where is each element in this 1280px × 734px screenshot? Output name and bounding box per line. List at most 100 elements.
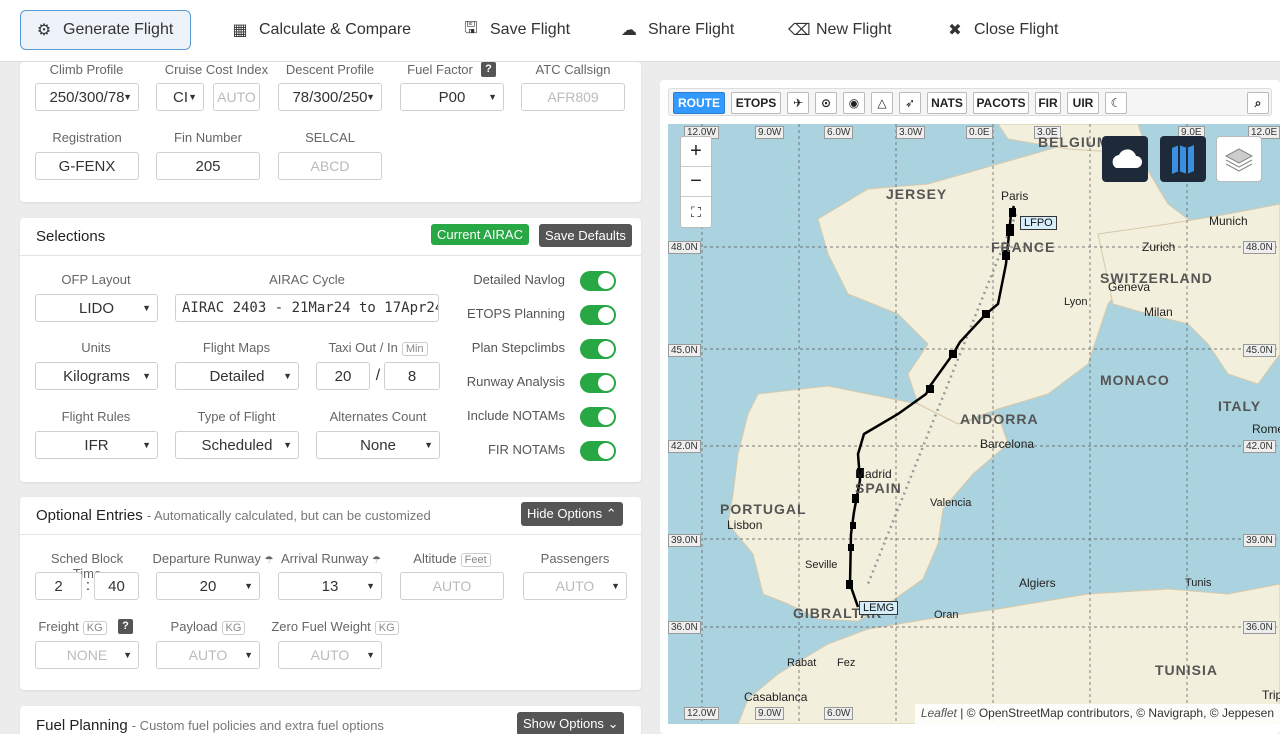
etops-tool-button[interactable]: ETOPS <box>731 92 781 114</box>
toggle-plan-stepclimbs[interactable] <box>580 339 616 359</box>
units-select[interactable]: Kilograms ▼ <box>35 362 158 390</box>
payload-select[interactable]: AUTO ▼ <box>156 641 260 669</box>
toggle-etops-planning[interactable] <box>580 305 616 325</box>
radar-tool-icon[interactable]: ◉ <box>843 92 865 114</box>
optional-entries-panel: Optional Entries - Automatically calculat… <box>20 497 641 690</box>
pacots-tool-button[interactable]: PACOTS <box>973 92 1029 114</box>
block-minutes-input[interactable]: 40 <box>94 572 139 600</box>
lon-label: 3.0W <box>896 126 926 139</box>
toggle-runway-analysis[interactable] <box>580 373 616 393</box>
save-defaults-button[interactable]: Save Defaults <box>539 224 632 247</box>
city-label: Tunis <box>1185 577 1212 589</box>
generate-flight-button[interactable]: ⚙ Generate Flight <box>20 10 191 50</box>
fullscreen-icon[interactable]: ⛶ <box>681 197 711 227</box>
registration-input[interactable]: G-FENX <box>35 152 139 180</box>
selcal-input[interactable]: ABCD <box>278 152 382 180</box>
fir-tool-button[interactable]: FIR <box>1035 92 1061 114</box>
cost-index-input[interactable]: AUTO <box>213 83 260 111</box>
fuel-planning-panel: Fuel Planning - Custom fuel policies and … <box>20 706 641 734</box>
fuel-factor-label: Fuel Factor <box>407 62 473 77</box>
close-flight-button[interactable]: ✖ Close Flight <box>932 10 1072 50</box>
country-label: BELGIUM <box>1038 134 1110 150</box>
flight-maps-select[interactable]: Detailed ▼ <box>175 362 299 390</box>
unit-badge: KG <box>221 621 246 635</box>
city-label: Madrid <box>855 467 892 481</box>
selections-panel: Selections Current AIRAC Save Defaults O… <box>20 218 641 482</box>
arrival-runway-select[interactable]: 13 ▼ <box>278 572 382 600</box>
nats-tool-button[interactable]: NATS <box>927 92 967 114</box>
leaflet-logo[interactable]: Leaflet <box>921 706 957 720</box>
save-flight-button[interactable]: 🖫 Save Flight <box>448 10 584 50</box>
country-label: MONACO <box>1100 372 1170 388</box>
block-hours-input[interactable]: 2 <box>35 572 82 600</box>
block-separator: : <box>85 577 91 594</box>
hide-options-button[interactable]: Hide Options ⌃ <box>521 502 623 526</box>
destination-airport-label[interactable]: LFPO <box>1020 216 1057 230</box>
country-label: PORTUGAL <box>720 501 807 517</box>
fuel-factor-select[interactable]: P00 ▼ <box>400 83 504 111</box>
zoom-out-button[interactable]: − <box>681 167 711 197</box>
map-canvas[interactable]: 48.0N 45.0N 42.0N 39.0N 36.0N 48.0N 45.0… <box>668 124 1280 724</box>
city-label: Barcelona <box>980 437 1035 451</box>
freight-select[interactable]: NONE ▼ <box>35 641 139 669</box>
toggle-label-runway-analysis: Runway Analysis <box>466 374 565 389</box>
navaid-tool-icon[interactable]: ⊙ <box>815 92 837 114</box>
share-flight-button[interactable]: ☁ Share Flight <box>606 10 748 50</box>
city-label: Trip <box>1262 688 1280 702</box>
show-options-button[interactable]: Show Options ⌄ <box>517 712 625 734</box>
cruise-select[interactable]: CI ▼ <box>156 83 204 111</box>
city-label: Rome <box>1252 422 1280 436</box>
ofp-layout-select[interactable]: LIDO ▼ <box>35 294 158 322</box>
map-icon <box>1172 145 1194 174</box>
climb-profile-select[interactable]: 250/300/78 ▼ <box>35 83 139 111</box>
selections-title: Selections <box>36 228 106 245</box>
route-tool-button[interactable]: ROUTE <box>673 92 725 114</box>
airac-cycle-select[interactable]: AIRAC 2403 - 21Mar24 to 17Apr24 <box>175 294 439 322</box>
caret-down-icon: ▼ <box>142 371 151 381</box>
uir-tool-button[interactable]: UIR <box>1067 92 1099 114</box>
lat-label: 36.0N <box>1243 621 1276 634</box>
zfw-select[interactable]: AUTO ▼ <box>278 641 382 669</box>
help-icon[interactable]: ? <box>481 62 496 77</box>
help-icon[interactable]: ? <box>118 619 133 634</box>
current-airac-button[interactable]: Current AIRAC <box>431 224 529 245</box>
night-mode-icon[interactable]: ☾ <box>1105 92 1127 114</box>
atc-callsign-input[interactable]: AFR809 <box>521 83 625 111</box>
calculate-compare-button[interactable]: ▦ Calculate & Compare <box>217 10 425 50</box>
city-label: Zurich <box>1142 240 1176 254</box>
caret-down-icon: ▼ <box>283 371 292 381</box>
toggle-detailed-navlog[interactable] <box>580 271 616 291</box>
altitude-input[interactable]: AUTO <box>400 572 504 600</box>
origin-airport-label[interactable]: LEMG <box>859 601 899 615</box>
airplane-tool-icon[interactable]: ✈ <box>787 92 809 114</box>
zoom-in-button[interactable]: + <box>681 137 711 167</box>
country-label: JERSEY <box>886 186 948 202</box>
zoom-search-icon[interactable]: ⌕ <box>1247 92 1269 114</box>
fin-number-input[interactable]: 205 <box>156 152 260 180</box>
toggle-fir-notams[interactable] <box>580 441 616 461</box>
caret-down-icon: ▼ <box>366 581 375 591</box>
new-flight-button[interactable]: ⌫ New Flight <box>774 10 906 50</box>
map-layer-button[interactable] <box>1160 136 1206 182</box>
passengers-select[interactable]: AUTO ▼ <box>523 572 627 600</box>
triangle-tool-icon[interactable]: △ <box>871 92 893 114</box>
payload-label: Payload KG <box>156 619 260 635</box>
flight-rules-select[interactable]: IFR ▼ <box>35 431 158 459</box>
descent-profile-select[interactable]: 78/300/250 ▼ <box>278 83 382 111</box>
rocket-tool-icon[interactable]: ➶ <box>899 92 921 114</box>
weather-icon: ☂ <box>372 555 381 566</box>
selections-header: Selections Current AIRAC Save Defaults <box>20 218 641 256</box>
lat-label: 42.0N <box>668 440 701 453</box>
zoom-controls: + − ⛶ <box>680 136 712 228</box>
weather-layer-button[interactable] <box>1102 136 1148 182</box>
lon-label: 12.0W <box>684 707 719 720</box>
departure-runway-select[interactable]: 20 ▼ <box>156 572 260 600</box>
caret-down-icon: ▼ <box>366 650 375 660</box>
toggle-include-notams[interactable] <box>580 407 616 427</box>
city-label: Algiers <box>1019 576 1056 590</box>
fuel-planning-title: Fuel Planning - Custom fuel policies and … <box>36 717 384 734</box>
layers-button[interactable] <box>1216 136 1262 182</box>
type-of-flight-select[interactable]: Scheduled ▼ <box>175 431 299 459</box>
caret-down-icon: ▼ <box>244 650 253 660</box>
taxi-out-input[interactable]: 20 <box>316 362 370 390</box>
